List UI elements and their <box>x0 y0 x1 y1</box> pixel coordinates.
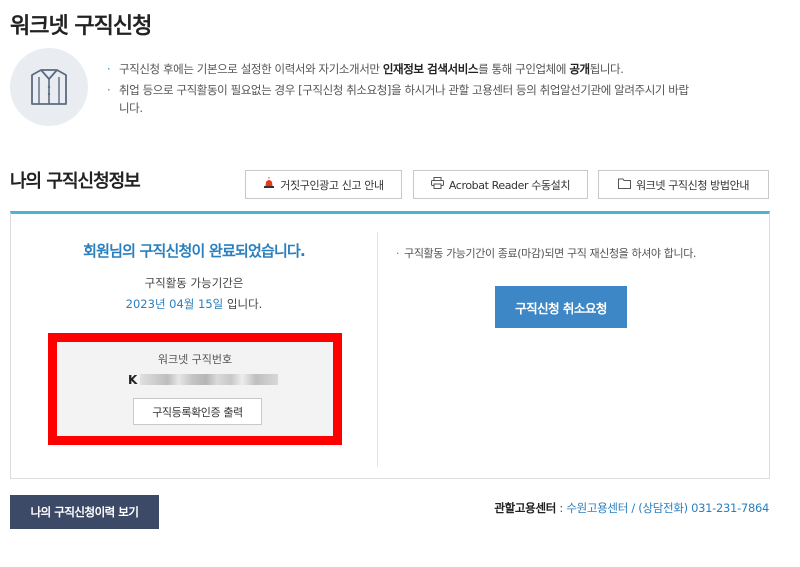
application-info-panel: 회원님의 구직신청이 완료되었습니다. 구직활동 가능기간은 2023년 04월… <box>10 211 770 479</box>
printer-icon <box>430 177 444 192</box>
shirt-icon <box>10 48 88 126</box>
period-label: 구직활동 가능기간은 <box>144 276 244 290</box>
center-label: 관할고용센터 <box>494 501 557 515</box>
job-number-card: 워크넷 구직번호 K 구직등록확인증 출력 <box>57 342 333 436</box>
print-certificate-button[interactable]: 구직등록확인증 출력 <box>133 398 262 425</box>
completion-message: 회원님의 구직신청이 완료되었습니다. <box>83 242 306 260</box>
cancel-request-button[interactable]: 구직신청 취소요청 <box>495 286 627 328</box>
center-link[interactable]: 수원고용센터 / (상담전화) 031-231-7864 <box>566 501 769 515</box>
reapply-note: · 구직활동 가능기간이 종료(마감)되면 구직 재신청을 하셔야 합니다. <box>396 247 697 260</box>
notice-item: · 취업 등으로 구직활동이 필요없는 경우 [구직신청 취소요청]을 하시거나 … <box>107 83 689 115</box>
job-number-value: K <box>128 373 138 387</box>
employment-center-info: 관할고용센터 : 수원고용센터 / (상담전화) 031-231-7864 <box>494 501 769 515</box>
redacted-number <box>140 374 278 385</box>
job-number-label: 워크넷 구직번호 <box>157 353 233 366</box>
period-line: 2023년 04월 15일 입니다. <box>125 297 263 311</box>
page-title: 워크넷 구직신청 <box>10 14 152 39</box>
false-ad-report-button[interactable]: 거짓구인광고 신고 안내 <box>245 170 402 199</box>
history-button[interactable]: 나의 구직신청이력 보기 <box>10 495 159 529</box>
period-date: 2023년 04월 15일 <box>125 297 224 311</box>
acrobat-install-button[interactable]: Acrobat Reader 수동설치 <box>413 170 588 199</box>
siren-icon <box>263 177 275 192</box>
apply-guide-button[interactable]: 워크넷 구직신청 방법안내 <box>598 170 769 199</box>
folder-icon <box>617 178 631 192</box>
highlight-box: 워크넷 구직번호 K 구직등록확인증 출력 <box>48 333 342 445</box>
section-title: 나의 구직신청정보 <box>10 171 141 192</box>
divider <box>377 232 378 467</box>
notice-item: · 구직신청 후에는 기본으로 설정한 이력서와 자기소개서만 인재정보 검색서비… <box>107 62 624 76</box>
notice-box: · 구직신청 후에는 기본으로 설정한 이력서와 자기소개서만 인재정보 검색서비… <box>10 48 780 128</box>
notice-list: · 구직신청 후에는 기본으로 설정한 이력서와 자기소개서만 인재정보 검색서비… <box>107 60 777 117</box>
